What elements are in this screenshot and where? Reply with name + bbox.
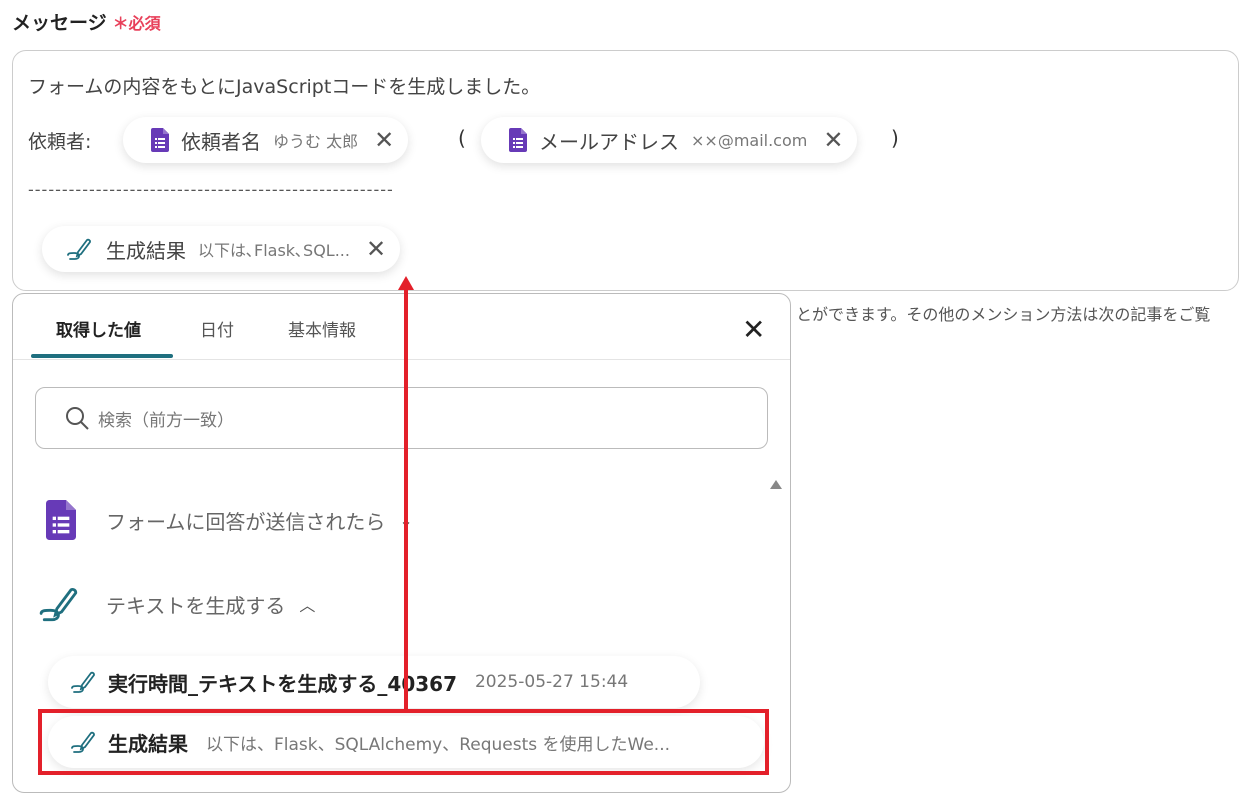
close-icon[interactable]: ✕ [823,126,843,154]
mention-chip-result[interactable]: 生成結果 以下は､Flask､SQL... ✕ [42,226,401,272]
tab-basic-info[interactable]: 基本情報 [288,316,356,341]
tab-acquired-values[interactable]: 取得した値 [56,316,141,341]
scroll-up-arrow[interactable] [770,480,782,489]
divider [13,359,790,360]
active-tab-indicator [31,354,173,358]
help-text: とができます。その他のメンション方法は次の記事をご覧 [796,305,1211,324]
field-label: メッセージ ＊必須 [12,12,161,34]
open-paren: ( [458,126,466,150]
chevron-up-icon: ︿ [299,596,316,615]
highlight-box [38,709,769,775]
ai-pen-icon [70,668,98,696]
annotation-arrow [404,288,408,710]
required-mark: ＊必須 [112,14,161,33]
arrowhead [398,276,414,290]
ai-pen-icon [38,582,82,626]
close-icon[interactable]: ✕ [366,235,386,263]
close-paren: ) [891,126,899,150]
divider-text: ----------------------------------------… [28,180,394,199]
google-forms-icon [151,128,169,152]
google-forms-icon [46,500,76,540]
close-popup-icon[interactable]: ✕ [742,313,765,346]
message-line: フォームの内容をもとにJavaScriptコードを生成しました。 [28,76,541,98]
search-icon [66,407,89,430]
ai-pen-icon [66,235,94,263]
section-generate-text[interactable]: テキストを生成する ︿ [38,582,315,626]
requester-label: 依頼者: [28,131,92,153]
close-icon[interactable]: ✕ [374,126,394,154]
tab-date[interactable]: 日付 [200,316,234,341]
value-item-execution-time[interactable]: 実行時間_テキストを生成する_40367 2025-05-27 15:44 [48,656,700,708]
google-forms-icon [509,128,527,152]
mention-chip-requester-name[interactable]: 依頼者名 ゆうむ 太郎 ✕ [123,117,409,163]
search-input[interactable]: 検索（前方一致） [35,387,768,449]
section-form-submitted[interactable]: フォームに回答が送信されたら ⌄ [46,500,413,540]
mention-chip-email[interactable]: メールアドレス ××@mail.com ✕ [481,117,858,163]
